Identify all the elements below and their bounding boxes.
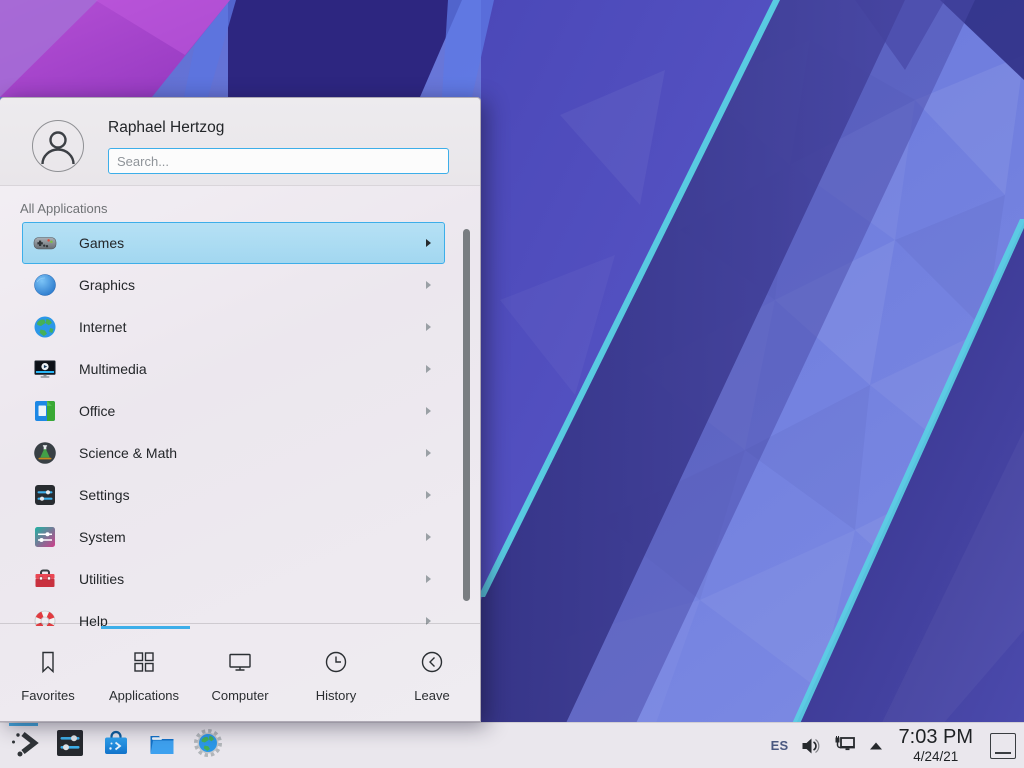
tab-computer[interactable]: Computer [192,630,288,721]
category-multimedia[interactable]: Multimedia [22,348,445,390]
category-label: Office [79,403,115,419]
system-tray: ES 7:03 PM [771,723,1024,768]
digital-clock[interactable]: 7:03 PM 4/24/21 [899,727,973,764]
show-desktop-button[interactable] [990,733,1016,759]
dolphin-file-manager-button[interactable] [146,730,178,762]
app-grid-icon [131,630,157,680]
category-label: Graphics [79,277,135,293]
flask-icon [33,441,57,465]
user-name: Raphael Hertzog [108,119,224,137]
active-tab-indicator [101,626,190,629]
taskbar-apps [0,723,224,768]
settings-sliders-icon [54,727,86,764]
system-sliders-icon [33,525,57,549]
network-icon[interactable] [833,735,857,757]
sliders-icon [33,483,57,507]
show-desktop-icon [995,752,1011,754]
tab-favorites[interactable]: Favorites [0,630,96,721]
category-label: Utilities [79,571,124,587]
submenu-arrow-icon [426,575,431,583]
tab-label: Favorites [21,688,74,703]
category-internet[interactable]: Internet [22,306,445,348]
search-input[interactable] [108,148,449,174]
category-graphics[interactable]: Graphics [22,264,445,306]
tab-label: Applications [109,688,179,703]
category-system[interactable]: System [22,516,445,558]
category-label: Internet [79,319,126,335]
category-label: Help [79,613,108,626]
submenu-arrow-icon [426,323,431,331]
tab-history[interactable]: History [288,630,384,721]
active-app-indicator [9,723,38,726]
leave-circle-icon [419,630,445,680]
tab-label: Leave [414,688,449,703]
category-label: Settings [79,487,130,503]
globe-icon [33,315,57,339]
submenu-arrow-icon [426,491,431,499]
category-list: Games Graphics [22,222,445,626]
keyboard-layout-indicator[interactable]: ES [771,738,789,753]
clock-date: 4/24/21 [899,750,973,764]
category-settings[interactable]: Settings [22,474,445,516]
gamepad-icon [33,231,57,255]
tab-applications[interactable]: Applications [96,630,192,721]
volume-icon[interactable] [800,735,822,757]
clock-icon [323,630,349,680]
launcher-header: Raphael Hertzog [0,98,480,186]
separator [0,623,480,624]
kde-launcher-icon [8,727,40,764]
category-label: Science & Math [79,445,177,461]
user-avatar[interactable] [32,120,84,172]
category-label: Games [79,235,124,251]
toolbox-icon [33,567,57,591]
tab-label: History [316,688,356,703]
bookmark-icon [35,630,61,680]
folder-icon [146,727,178,764]
submenu-arrow-icon [426,365,431,373]
clock-time: 7:03 PM [899,727,973,747]
category-office[interactable]: Office [22,390,445,432]
monitor-icon [227,630,253,680]
category-label: Multimedia [79,361,147,377]
application-launcher-menu: Raphael Hertzog All Applications Games [0,97,481,722]
submenu-arrow-icon [426,281,431,289]
taskbar: ES 7:03 PM [0,722,1024,768]
submenu-arrow-icon [426,533,431,541]
globe-gear-icon [192,727,224,764]
category-label: System [79,529,126,545]
submenu-arrow-icon [426,239,431,247]
discover-button[interactable] [100,730,132,762]
section-label: All Applications [20,201,107,216]
document-icon [33,399,57,423]
category-science-math[interactable]: Science & Math [22,432,445,474]
category-utilities[interactable]: Utilities [22,558,445,600]
expand-tray-icon[interactable] [868,738,884,754]
tab-label: Computer [211,688,268,703]
submenu-arrow-icon [426,449,431,457]
media-player-icon [33,357,57,381]
blue-sphere-icon [33,273,57,297]
submenu-arrow-icon [426,407,431,415]
web-browser-button[interactable] [192,730,224,762]
category-games[interactable]: Games [22,222,445,264]
discover-bag-icon [100,727,132,764]
system-settings-button[interactable] [54,730,86,762]
scrollbar-thumb[interactable] [463,229,470,601]
tab-leave[interactable]: Leave [384,630,480,721]
launcher-tabbar: Favorites Applications Computer [0,630,480,721]
application-launcher-button[interactable] [8,730,40,762]
